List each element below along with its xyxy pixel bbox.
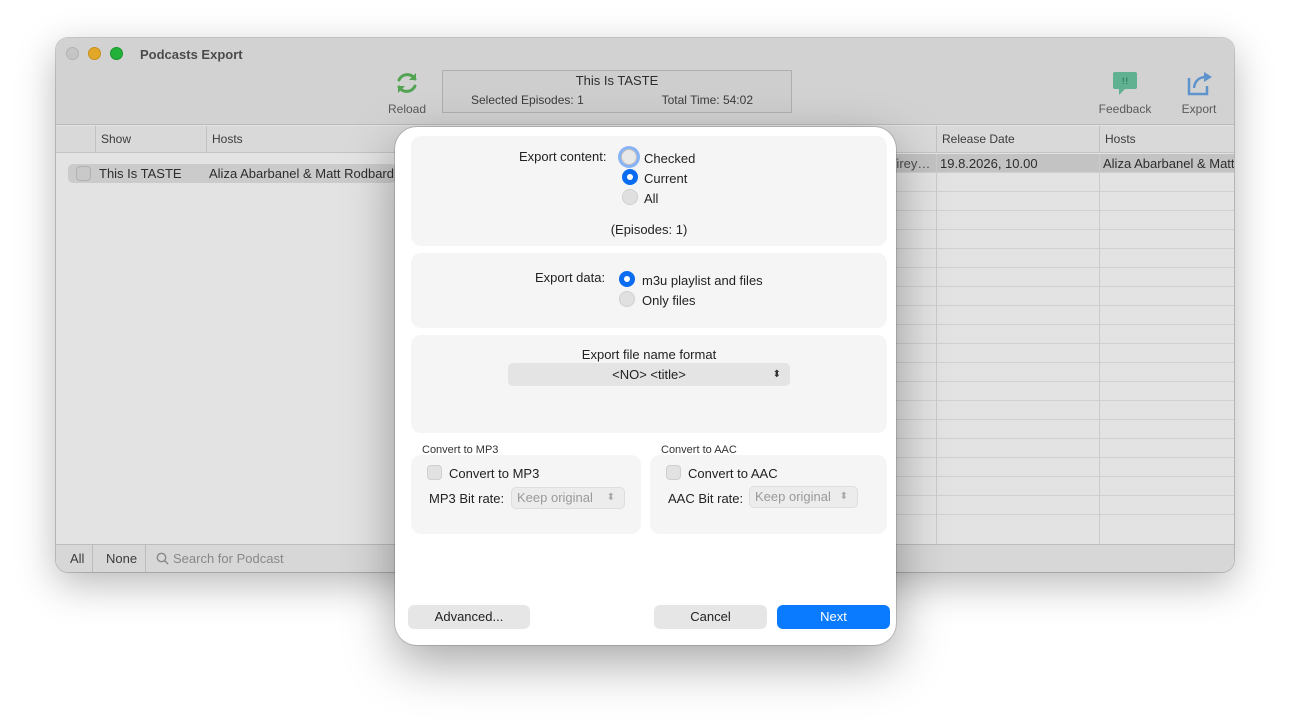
file-name-format-select[interactable]: <NO> <title> ⬍ xyxy=(508,363,790,386)
mp3-group: Convert to MP3 MP3 Bit rate: Keep origin… xyxy=(411,455,641,534)
next-button[interactable]: Next xyxy=(777,605,890,629)
aac-bitrate-select[interactable]: Keep original ⬍ xyxy=(749,486,858,508)
radio-checked[interactable] xyxy=(621,149,637,165)
export-dialog: Export content: Checked Current All (Epi… xyxy=(395,127,896,645)
convert-mp3-label[interactable]: Convert to MP3 xyxy=(449,466,539,481)
chevron-updown-icon: ⬍ xyxy=(772,369,781,380)
chevron-updown-icon: ⬍ xyxy=(606,492,615,503)
episodes-count: (Episodes: 1) xyxy=(610,222,688,237)
aac-bitrate-label: AAC Bit rate: xyxy=(668,491,744,506)
aac-bitrate-value: Keep original xyxy=(755,489,831,504)
mp3-bitrate-value: Keep original xyxy=(517,490,593,505)
convert-aac-label[interactable]: Convert to AAC xyxy=(688,466,778,481)
radio-m3u-playlist-label[interactable]: m3u playlist and files xyxy=(642,273,763,288)
convert-mp3-checkbox[interactable] xyxy=(427,465,442,480)
convert-aac-checkbox[interactable] xyxy=(666,465,681,480)
radio-checked-label[interactable]: Checked xyxy=(644,151,695,166)
mp3-bitrate-label: MP3 Bit rate: xyxy=(429,491,505,506)
radio-current[interactable] xyxy=(622,169,638,185)
export-content-group: Export content: Checked Current All (Epi… xyxy=(411,136,887,246)
radio-only-files-label[interactable]: Only files xyxy=(642,293,695,308)
cancel-button[interactable]: Cancel xyxy=(654,605,767,629)
mp3-bitrate-select[interactable]: Keep original ⬍ xyxy=(511,487,625,509)
advanced-button[interactable]: Advanced... xyxy=(408,605,530,629)
export-content-label: Export content: xyxy=(519,149,607,164)
export-data-group: Export data: m3u playlist and files Only… xyxy=(411,253,887,328)
radio-all[interactable] xyxy=(622,189,638,205)
radio-only-files[interactable] xyxy=(619,291,635,307)
chevron-updown-icon: ⬍ xyxy=(839,491,848,502)
radio-all-label[interactable]: All xyxy=(644,191,658,206)
file-name-format-value: <NO> <title> xyxy=(612,367,686,382)
radio-m3u-playlist[interactable] xyxy=(619,271,635,287)
radio-current-label[interactable]: Current xyxy=(644,171,687,186)
export-data-label: Export data: xyxy=(535,270,606,285)
file-name-format-group: Export file name format <NO> <title> ⬍ xyxy=(411,335,887,433)
file-name-format-label: Export file name format xyxy=(581,347,717,362)
aac-group: Convert to AAC AAC Bit rate: Keep origin… xyxy=(650,455,887,534)
